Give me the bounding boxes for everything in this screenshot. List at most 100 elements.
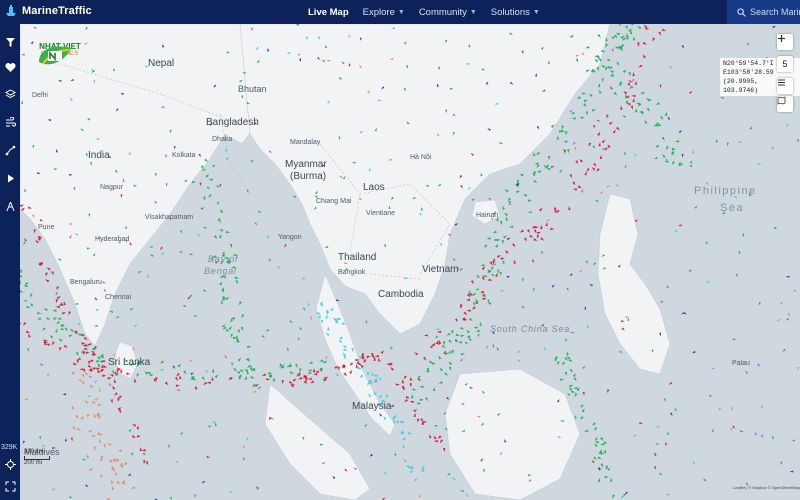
vessel-marker[interactable] (516, 359, 521, 362)
vessel-marker[interactable] (261, 373, 266, 377)
vessel-marker[interactable] (631, 94, 636, 98)
vessel-marker[interactable] (545, 222, 548, 227)
vessel-marker[interactable] (228, 376, 233, 381)
vessel-marker[interactable] (606, 58, 612, 62)
vessel-marker[interactable] (612, 129, 617, 134)
vessel-marker[interactable] (715, 139, 719, 143)
vessel-marker[interactable] (681, 44, 685, 49)
vessel-marker[interactable] (141, 449, 146, 452)
vessel-marker[interactable] (559, 169, 562, 173)
vessel-marker[interactable] (500, 289, 505, 292)
vessel-marker[interactable] (261, 334, 266, 339)
vessel-marker[interactable] (487, 301, 492, 305)
vessel-marker[interactable] (702, 477, 707, 482)
vessel-marker[interactable] (92, 401, 97, 404)
vessel-marker[interactable] (631, 78, 635, 83)
vessel-marker[interactable] (75, 351, 80, 357)
vessel-marker[interactable] (570, 331, 574, 334)
vessel-marker[interactable] (97, 362, 101, 367)
vessel-marker[interactable] (242, 456, 246, 461)
nav-live-map[interactable]: Live Map (308, 7, 349, 18)
vessel-marker[interactable] (772, 25, 776, 29)
vessel-marker[interactable] (194, 494, 197, 499)
vessel-marker[interactable] (708, 393, 712, 398)
vessel-marker[interactable] (373, 378, 378, 381)
vessel-marker[interactable] (674, 408, 677, 412)
vessel-marker[interactable] (637, 25, 642, 30)
vessel-marker[interactable] (508, 203, 513, 206)
vessel-marker[interactable] (201, 376, 206, 381)
vessel-marker[interactable] (567, 149, 570, 154)
vessel-marker[interactable] (277, 265, 280, 269)
vessel-marker[interactable] (665, 145, 669, 151)
vessel-marker[interactable] (384, 471, 387, 476)
vessel-marker[interactable] (55, 321, 60, 325)
vessel-marker[interactable] (203, 289, 207, 292)
vessel-marker[interactable] (88, 360, 91, 365)
vessel-marker[interactable] (62, 393, 67, 396)
vessel-marker[interactable] (675, 140, 680, 143)
vessel-marker[interactable] (572, 141, 576, 146)
vessel-marker[interactable] (669, 412, 674, 416)
vessel-marker[interactable] (239, 369, 245, 373)
vessel-marker[interactable] (20, 275, 23, 278)
vessel-marker[interactable] (266, 234, 270, 239)
weather-button[interactable] (2, 114, 18, 130)
vessel-marker[interactable] (656, 425, 661, 428)
vessel-marker[interactable] (103, 443, 107, 449)
vessel-marker[interactable] (532, 288, 535, 292)
vessel-marker[interactable] (448, 361, 453, 366)
vessel-marker[interactable] (281, 380, 285, 385)
vessel-marker[interactable] (307, 303, 310, 307)
vessel-marker[interactable] (41, 327, 46, 332)
vessel-marker[interactable] (402, 458, 407, 463)
play-button[interactable] (2, 170, 18, 186)
vessel-marker[interactable] (214, 374, 219, 379)
vessel-marker[interactable] (444, 372, 449, 376)
vessel-marker[interactable] (797, 366, 800, 371)
marinetraffic-logo[interactable]: MarineTraffic (4, 4, 92, 18)
vessel-marker[interactable] (409, 376, 413, 381)
vessel-marker[interactable] (550, 165, 555, 169)
vessel-marker[interactable] (424, 334, 428, 337)
vessel-marker[interactable] (609, 477, 613, 482)
vessel-marker[interactable] (771, 435, 775, 440)
vessel-marker[interactable] (603, 450, 607, 455)
vessel-marker[interactable] (84, 372, 89, 376)
vessel-marker[interactable] (486, 237, 491, 240)
vessel-marker[interactable] (253, 390, 257, 394)
vessel-marker[interactable] (366, 355, 371, 359)
vessel-marker[interactable] (46, 372, 51, 377)
vessel-marker[interactable] (466, 309, 471, 313)
vessel-marker[interactable] (484, 274, 489, 278)
vessel-marker[interactable] (250, 375, 255, 380)
vessel-marker[interactable] (188, 359, 193, 363)
vessel-marker[interactable] (294, 363, 298, 369)
vessel-marker[interactable] (577, 185, 583, 189)
vessel-marker[interactable] (729, 427, 734, 432)
vessel-marker[interactable] (313, 373, 318, 376)
vessel-marker[interactable] (265, 329, 270, 332)
vessel-marker[interactable] (39, 362, 44, 367)
vessel-marker[interactable] (56, 286, 60, 291)
vessel-marker[interactable] (527, 199, 532, 202)
vessel-marker[interactable] (547, 156, 551, 161)
vessel-marker[interactable] (551, 284, 556, 288)
vessel-marker[interactable] (20, 280, 22, 285)
vessel-marker[interactable] (785, 123, 789, 127)
vessel-marker[interactable] (628, 72, 632, 77)
vessel-marker[interactable] (424, 397, 429, 402)
vessel-marker[interactable] (446, 472, 451, 476)
vessel-marker[interactable] (665, 285, 670, 289)
vessel-marker[interactable] (244, 375, 248, 381)
vessel-marker[interactable] (468, 289, 471, 295)
vessel-marker[interactable] (131, 435, 137, 439)
vessel-marker[interactable] (616, 62, 619, 67)
vessel-marker[interactable] (87, 430, 92, 433)
vessel-marker[interactable] (476, 273, 480, 279)
vessel-marker[interactable] (569, 174, 572, 179)
vessel-marker[interactable] (159, 246, 163, 251)
vessel-marker[interactable] (235, 334, 238, 340)
vessel-marker[interactable] (578, 158, 583, 163)
vessel-marker[interactable] (620, 105, 623, 110)
